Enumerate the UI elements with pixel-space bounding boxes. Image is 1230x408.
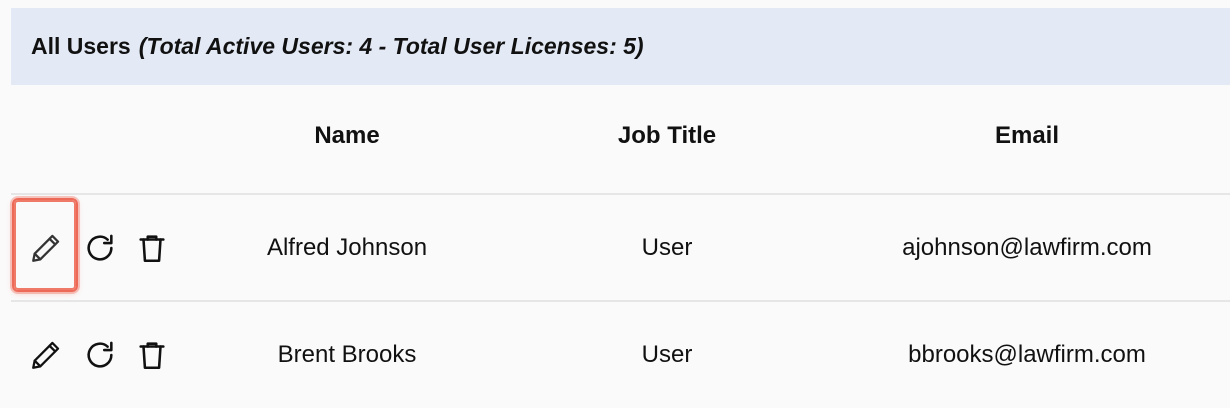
cell-name: Brent Brooks	[277, 341, 417, 368]
cell-job-title: User	[641, 341, 693, 368]
column-header-job-title[interactable]: Job Title	[618, 122, 716, 150]
cell-name: Alfred Johnson	[266, 234, 428, 261]
users-panel: All Users (Total Active Users: 4 - Total…	[0, 0, 1230, 408]
edit-button[interactable]	[28, 337, 64, 373]
reset-button[interactable]	[82, 230, 118, 266]
delete-button[interactable]	[134, 230, 170, 266]
users-header: All Users (Total Active Users: 4 - Total…	[11, 8, 1230, 85]
edit-button-highlight	[12, 198, 78, 292]
refresh-icon	[87, 341, 113, 368]
reset-button[interactable]	[82, 337, 118, 373]
refresh-icon	[87, 234, 113, 261]
header-subtitle: (Total Active Users: 4 - Total User Lice…	[138, 33, 644, 59]
trash-icon	[139, 342, 165, 370]
column-header-email[interactable]: Email	[995, 122, 1059, 150]
table-row: Brent Brooks User bbrooks@lawfirm.com	[0, 302, 1230, 408]
trash-icon	[139, 235, 165, 263]
cell-email: bbrooks@lawfirm.com	[908, 341, 1146, 368]
cell-email: ajohnson@lawfirm.com	[902, 234, 1152, 261]
pencil-icon	[32, 341, 60, 369]
cell-job-title: User	[641, 234, 693, 261]
table-row: Alfred Johnson User ajohnson@lawfirm.com	[0, 195, 1230, 301]
column-header-name[interactable]: Name	[314, 122, 379, 150]
header-title: All Users	[31, 33, 131, 59]
delete-button[interactable]	[134, 337, 170, 373]
